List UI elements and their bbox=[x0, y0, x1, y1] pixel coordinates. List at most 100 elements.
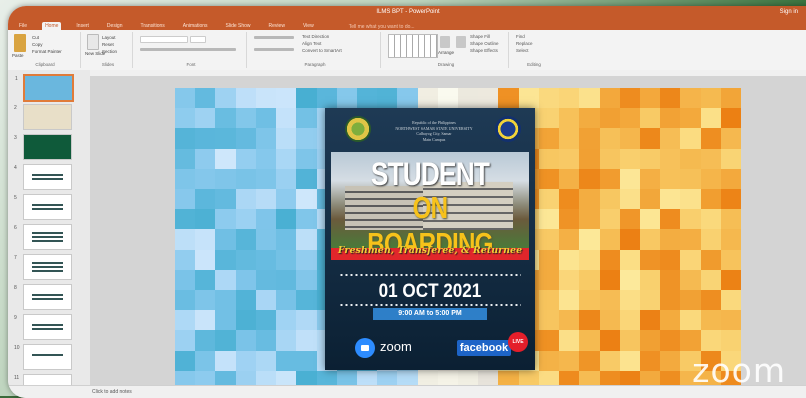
poster-tagline: Freshmen, Transferee, & Returnee bbox=[337, 245, 523, 256]
new-slide-icon[interactable] bbox=[87, 34, 99, 50]
notes-bar: Click to add notes bbox=[8, 385, 806, 398]
mosaic-tile bbox=[660, 290, 682, 312]
mosaic-tile bbox=[215, 88, 237, 110]
mosaic-tile bbox=[336, 88, 358, 110]
convert-smartart-button[interactable]: Convert to SmartArt bbox=[302, 48, 342, 53]
font-size-box[interactable] bbox=[190, 36, 206, 43]
text-direction-button[interactable]: Text Direction bbox=[302, 34, 329, 39]
zoom-watermark: zoom bbox=[692, 351, 786, 390]
mosaic-tile bbox=[599, 148, 621, 170]
format-painter-button[interactable]: Format Painter bbox=[32, 49, 62, 54]
slide-thumbnail[interactable]: 10 bbox=[14, 344, 72, 370]
mosaic-tile bbox=[175, 350, 197, 372]
quick-styles-icon[interactable] bbox=[456, 36, 466, 48]
mosaic-tile bbox=[700, 168, 722, 190]
group-label-editing: Editing bbox=[527, 62, 541, 67]
shape-outline-button[interactable]: Shape Outline bbox=[470, 41, 499, 46]
mosaic-tile bbox=[276, 148, 298, 170]
tab-file[interactable]: File bbox=[16, 22, 30, 30]
arrange-icon[interactable] bbox=[440, 36, 450, 48]
list-buttons[interactable] bbox=[254, 36, 294, 39]
font-format-buttons[interactable] bbox=[140, 48, 236, 51]
mosaic-tile bbox=[175, 128, 197, 150]
mosaic-tile bbox=[660, 269, 682, 291]
slide-thumbnail[interactable]: 2 bbox=[14, 104, 72, 130]
copy-button[interactable]: Copy bbox=[32, 42, 43, 47]
tab-slide-show[interactable]: Slide Show bbox=[223, 22, 254, 30]
mosaic-tile bbox=[255, 330, 278, 352]
event-poster: Republic of the Philippines NORTHWEST SA… bbox=[325, 108, 535, 370]
mosaic-tile bbox=[700, 189, 722, 211]
mosaic-tile bbox=[619, 168, 641, 190]
mosaic-tile bbox=[215, 290, 237, 312]
mosaic-tile bbox=[660, 209, 682, 231]
mosaic-tile bbox=[700, 148, 722, 170]
tab-insert[interactable]: Insert bbox=[73, 22, 92, 30]
slide-thumbnail[interactable]: 3 bbox=[14, 134, 72, 160]
mosaic-tile bbox=[720, 108, 741, 130]
slide-thumbnail[interactable]: 7 bbox=[14, 254, 72, 280]
select-button[interactable]: Select bbox=[516, 48, 529, 53]
tab-design[interactable]: Design bbox=[104, 22, 126, 30]
slide-thumbnail[interactable]: 8 bbox=[14, 284, 72, 310]
shape-effects-button[interactable]: Shape Effects bbox=[470, 48, 498, 53]
mosaic-tile bbox=[579, 148, 601, 170]
shapes-gallery[interactable] bbox=[388, 34, 438, 58]
align-text-button[interactable]: Align Text bbox=[302, 41, 321, 46]
slide-thumbnail[interactable]: 9 bbox=[14, 314, 72, 340]
align-buttons[interactable] bbox=[254, 48, 294, 51]
reset-button[interactable]: Reset bbox=[102, 42, 114, 47]
add-notes-prompt[interactable]: Click to add notes bbox=[92, 389, 132, 395]
dotted-divider bbox=[339, 304, 521, 306]
shape-fill-button[interactable]: Shape Fill bbox=[470, 34, 490, 39]
mosaic-tile bbox=[579, 128, 601, 150]
mosaic-tile bbox=[559, 209, 581, 231]
current-slide[interactable]: Republic of the Philippines NORTHWEST SA… bbox=[175, 88, 741, 391]
mosaic-tile bbox=[559, 350, 581, 372]
mosaic-tile bbox=[619, 310, 641, 332]
tab-transitions[interactable]: Transitions bbox=[138, 22, 168, 30]
tab-view[interactable]: View bbox=[300, 22, 317, 30]
mosaic-tile bbox=[215, 310, 237, 332]
mosaic-tile bbox=[700, 229, 722, 251]
tab-home[interactable]: Home bbox=[42, 22, 62, 30]
mosaic-tile bbox=[175, 209, 197, 231]
paste-icon[interactable] bbox=[14, 34, 26, 52]
live-badge: LIVE bbox=[508, 332, 528, 352]
slide-thumbnail[interactable]: 1 bbox=[15, 74, 74, 102]
section-button[interactable]: Section bbox=[102, 49, 117, 54]
slide-thumbnail[interactable]: 4 bbox=[14, 164, 72, 190]
mosaic-tile bbox=[296, 330, 318, 352]
mosaic-tile bbox=[680, 168, 702, 190]
mosaic-tile bbox=[255, 209, 278, 231]
tab-review[interactable]: Review bbox=[266, 22, 288, 30]
font-name-box[interactable] bbox=[140, 36, 188, 43]
slide-thumbnail[interactable]: 6 bbox=[14, 224, 72, 250]
mosaic-tile bbox=[599, 249, 621, 271]
mosaic-tile bbox=[538, 249, 561, 271]
cut-button[interactable]: Cut bbox=[32, 35, 39, 40]
mosaic-tile bbox=[619, 209, 641, 231]
find-button[interactable]: Find bbox=[516, 34, 525, 39]
mosaic-tile bbox=[619, 189, 641, 211]
mosaic-tile bbox=[660, 249, 682, 271]
mosaic-tile bbox=[276, 108, 298, 130]
mosaic-tile bbox=[680, 209, 702, 231]
powerpoint-window: ILMS BPT - PowerPoint Sign in File Home … bbox=[8, 6, 806, 398]
replace-button[interactable]: Replace bbox=[516, 41, 533, 46]
mosaic-tile bbox=[276, 168, 298, 190]
tab-animations[interactable]: Animations bbox=[180, 22, 211, 30]
mosaic-tile bbox=[538, 330, 561, 352]
mosaic-tile bbox=[538, 108, 561, 130]
mosaic-tile bbox=[296, 88, 318, 110]
arrange-label: Arrange bbox=[438, 50, 455, 55]
mosaic-tile bbox=[276, 350, 298, 372]
signin-link[interactable]: Sign in bbox=[780, 9, 798, 15]
mosaic-tile bbox=[599, 88, 621, 110]
mosaic-tile bbox=[175, 269, 197, 291]
slide-thumbnail[interactable]: 5 bbox=[14, 194, 72, 220]
mosaic-tile bbox=[235, 290, 257, 312]
mosaic-tile bbox=[175, 189, 197, 211]
layout-button[interactable]: Layout bbox=[102, 35, 116, 40]
mosaic-tile bbox=[235, 249, 257, 271]
